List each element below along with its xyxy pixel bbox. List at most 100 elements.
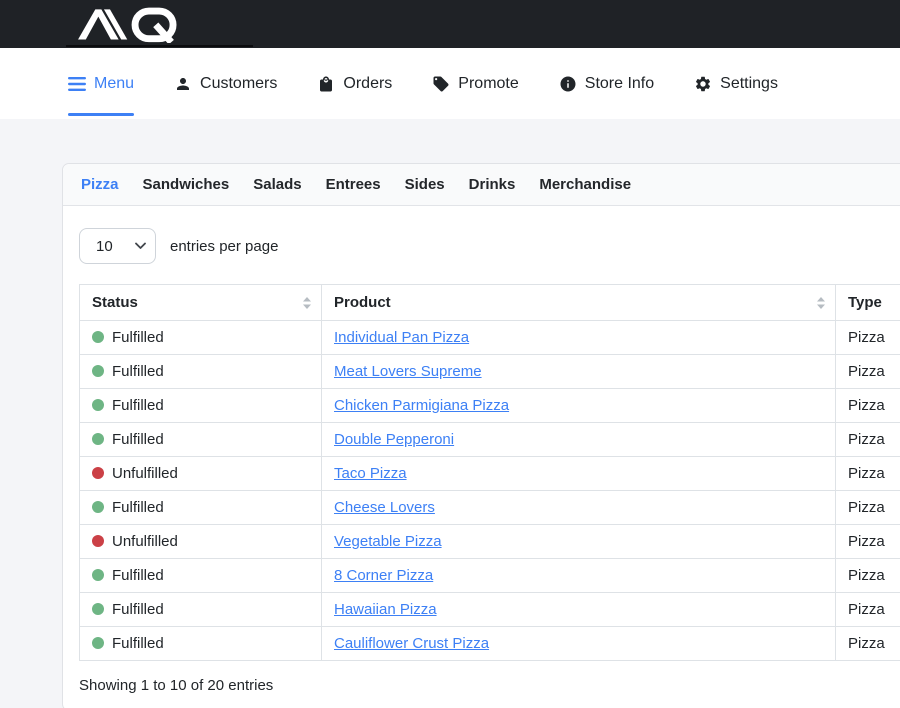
sort-icon[interactable] — [303, 297, 311, 309]
nav-item-menu[interactable]: Menu — [68, 48, 134, 119]
person-icon — [174, 75, 192, 93]
column-header-label: Status — [92, 294, 138, 311]
type-cell: Pizza — [836, 355, 900, 389]
status-cell: Fulfilled — [80, 559, 322, 593]
product-link[interactable]: Cheese Lovers — [334, 499, 435, 516]
tab-salads[interactable]: Salads — [253, 176, 301, 193]
tab-pizza[interactable]: Pizza — [81, 176, 119, 193]
status-label: Fulfilled — [112, 431, 164, 448]
status-label: Unfulfilled — [112, 533, 178, 550]
column-header-status[interactable]: Status — [80, 285, 322, 321]
product-cell: Cheese Lovers — [322, 491, 836, 525]
status-cell: Fulfilled — [80, 491, 322, 525]
nav-item-label: Customers — [200, 75, 277, 93]
primary-nav: Menu Customers Orders Promote Store Info… — [0, 48, 900, 119]
column-header-type[interactable]: Type — [836, 285, 900, 321]
table-header-row: Status Product Type — [80, 285, 900, 321]
hamburger-icon — [68, 76, 86, 92]
nav-item-label: Menu — [94, 75, 134, 93]
product-link[interactable]: Vegetable Pizza — [334, 533, 442, 550]
table-row: Fulfilled Hawaiian Pizza Pizza — [80, 593, 900, 627]
status-label: Fulfilled — [112, 567, 164, 584]
status-cell: Unfulfilled — [80, 457, 322, 491]
table-row: Fulfilled Cheese Lovers Pizza — [80, 491, 900, 525]
status-label: Fulfilled — [112, 363, 164, 380]
product-link[interactable]: Cauliflower Crust Pizza — [334, 635, 489, 652]
brand-logo[interactable] — [64, 5, 194, 43]
entries-per-page-label: entries per page — [170, 238, 278, 255]
product-cell: 8 Corner Pizza — [322, 559, 836, 593]
status-label: Unfulfilled — [112, 465, 178, 482]
product-cell: Cauliflower Crust Pizza — [322, 627, 836, 661]
main-content: Pizza Sandwiches Salads Entrees Sides Dr… — [0, 119, 900, 708]
products-table: Status Product Type — [79, 284, 900, 661]
status-label: Fulfilled — [112, 499, 164, 516]
type-cell: Pizza — [836, 491, 900, 525]
status-label: Fulfilled — [112, 601, 164, 618]
status-cell: Fulfilled — [80, 355, 322, 389]
entries-per-page-select[interactable]: 10 — [79, 228, 156, 264]
product-cell: Double Pepperoni — [322, 423, 836, 457]
nav-item-label: Settings — [720, 75, 778, 93]
table-row: Fulfilled Chicken Parmigiana Pizza Pizza — [80, 389, 900, 423]
product-link[interactable]: Chicken Parmigiana Pizza — [334, 397, 509, 414]
entries-summary: Showing 1 to 10 of 20 entries — [79, 677, 900, 694]
nav-item-customers[interactable]: Customers — [174, 48, 277, 119]
tab-merchandise[interactable]: Merchandise — [539, 176, 631, 193]
column-header-label: Product — [334, 294, 391, 311]
status-dot-icon — [92, 501, 104, 513]
product-cell: Meat Lovers Supreme — [322, 355, 836, 389]
product-link[interactable]: Taco Pizza — [334, 465, 407, 482]
status-label: Fulfilled — [112, 397, 164, 414]
status-cell: Fulfilled — [80, 593, 322, 627]
product-link[interactable]: Hawaiian Pizza — [334, 601, 437, 618]
info-icon — [559, 75, 577, 93]
tab-sides[interactable]: Sides — [405, 176, 445, 193]
table-row: Fulfilled Individual Pan Pizza Pizza — [80, 321, 900, 355]
type-cell: Pizza — [836, 321, 900, 355]
product-cell: Hawaiian Pizza — [322, 593, 836, 627]
product-cell: Taco Pizza — [322, 457, 836, 491]
status-dot-icon — [92, 399, 104, 411]
status-dot-icon — [92, 637, 104, 649]
type-cell: Pizza — [836, 389, 900, 423]
tag-icon — [432, 75, 450, 93]
product-link[interactable]: Individual Pan Pizza — [334, 329, 469, 346]
nav-item-label: Promote — [458, 75, 518, 93]
product-link[interactable]: 8 Corner Pizza — [334, 567, 433, 584]
product-cell: Vegetable Pizza — [322, 525, 836, 559]
gear-icon — [694, 75, 712, 93]
status-label: Fulfilled — [112, 635, 164, 652]
logo-underline — [66, 45, 253, 47]
table-row: Fulfilled Meat Lovers Supreme Pizza — [80, 355, 900, 389]
column-header-product[interactable]: Product — [322, 285, 836, 321]
menu-card: Pizza Sandwiches Salads Entrees Sides Dr… — [62, 163, 900, 708]
tab-drinks[interactable]: Drinks — [469, 176, 516, 193]
category-tab-bar: Pizza Sandwiches Salads Entrees Sides Dr… — [63, 164, 900, 206]
nav-item-label: Orders — [343, 75, 392, 93]
type-cell: Pizza — [836, 423, 900, 457]
nav-item-promote[interactable]: Promote — [432, 48, 518, 119]
status-cell: Fulfilled — [80, 321, 322, 355]
status-label: Fulfilled — [112, 329, 164, 346]
product-link[interactable]: Double Pepperoni — [334, 431, 454, 448]
tab-sandwiches[interactable]: Sandwiches — [143, 176, 230, 193]
status-cell: Fulfilled — [80, 627, 322, 661]
status-dot-icon — [92, 467, 104, 479]
nav-item-store-info[interactable]: Store Info — [559, 48, 654, 119]
type-cell: Pizza — [836, 627, 900, 661]
nav-item-settings[interactable]: Settings — [694, 48, 778, 119]
entries-select-wrap: 10 — [79, 228, 156, 264]
table-row: Unfulfilled Taco Pizza Pizza — [80, 457, 900, 491]
nav-item-orders[interactable]: Orders — [317, 48, 392, 119]
type-cell: Pizza — [836, 525, 900, 559]
page-size-row: 10 entries per page — [79, 228, 900, 264]
table-row: Unfulfilled Vegetable Pizza Pizza — [80, 525, 900, 559]
product-link[interactable]: Meat Lovers Supreme — [334, 363, 482, 380]
status-dot-icon — [92, 433, 104, 445]
sort-icon[interactable] — [817, 297, 825, 309]
status-cell: Fulfilled — [80, 423, 322, 457]
product-cell: Chicken Parmigiana Pizza — [322, 389, 836, 423]
tab-entrees[interactable]: Entrees — [326, 176, 381, 193]
type-cell: Pizza — [836, 559, 900, 593]
